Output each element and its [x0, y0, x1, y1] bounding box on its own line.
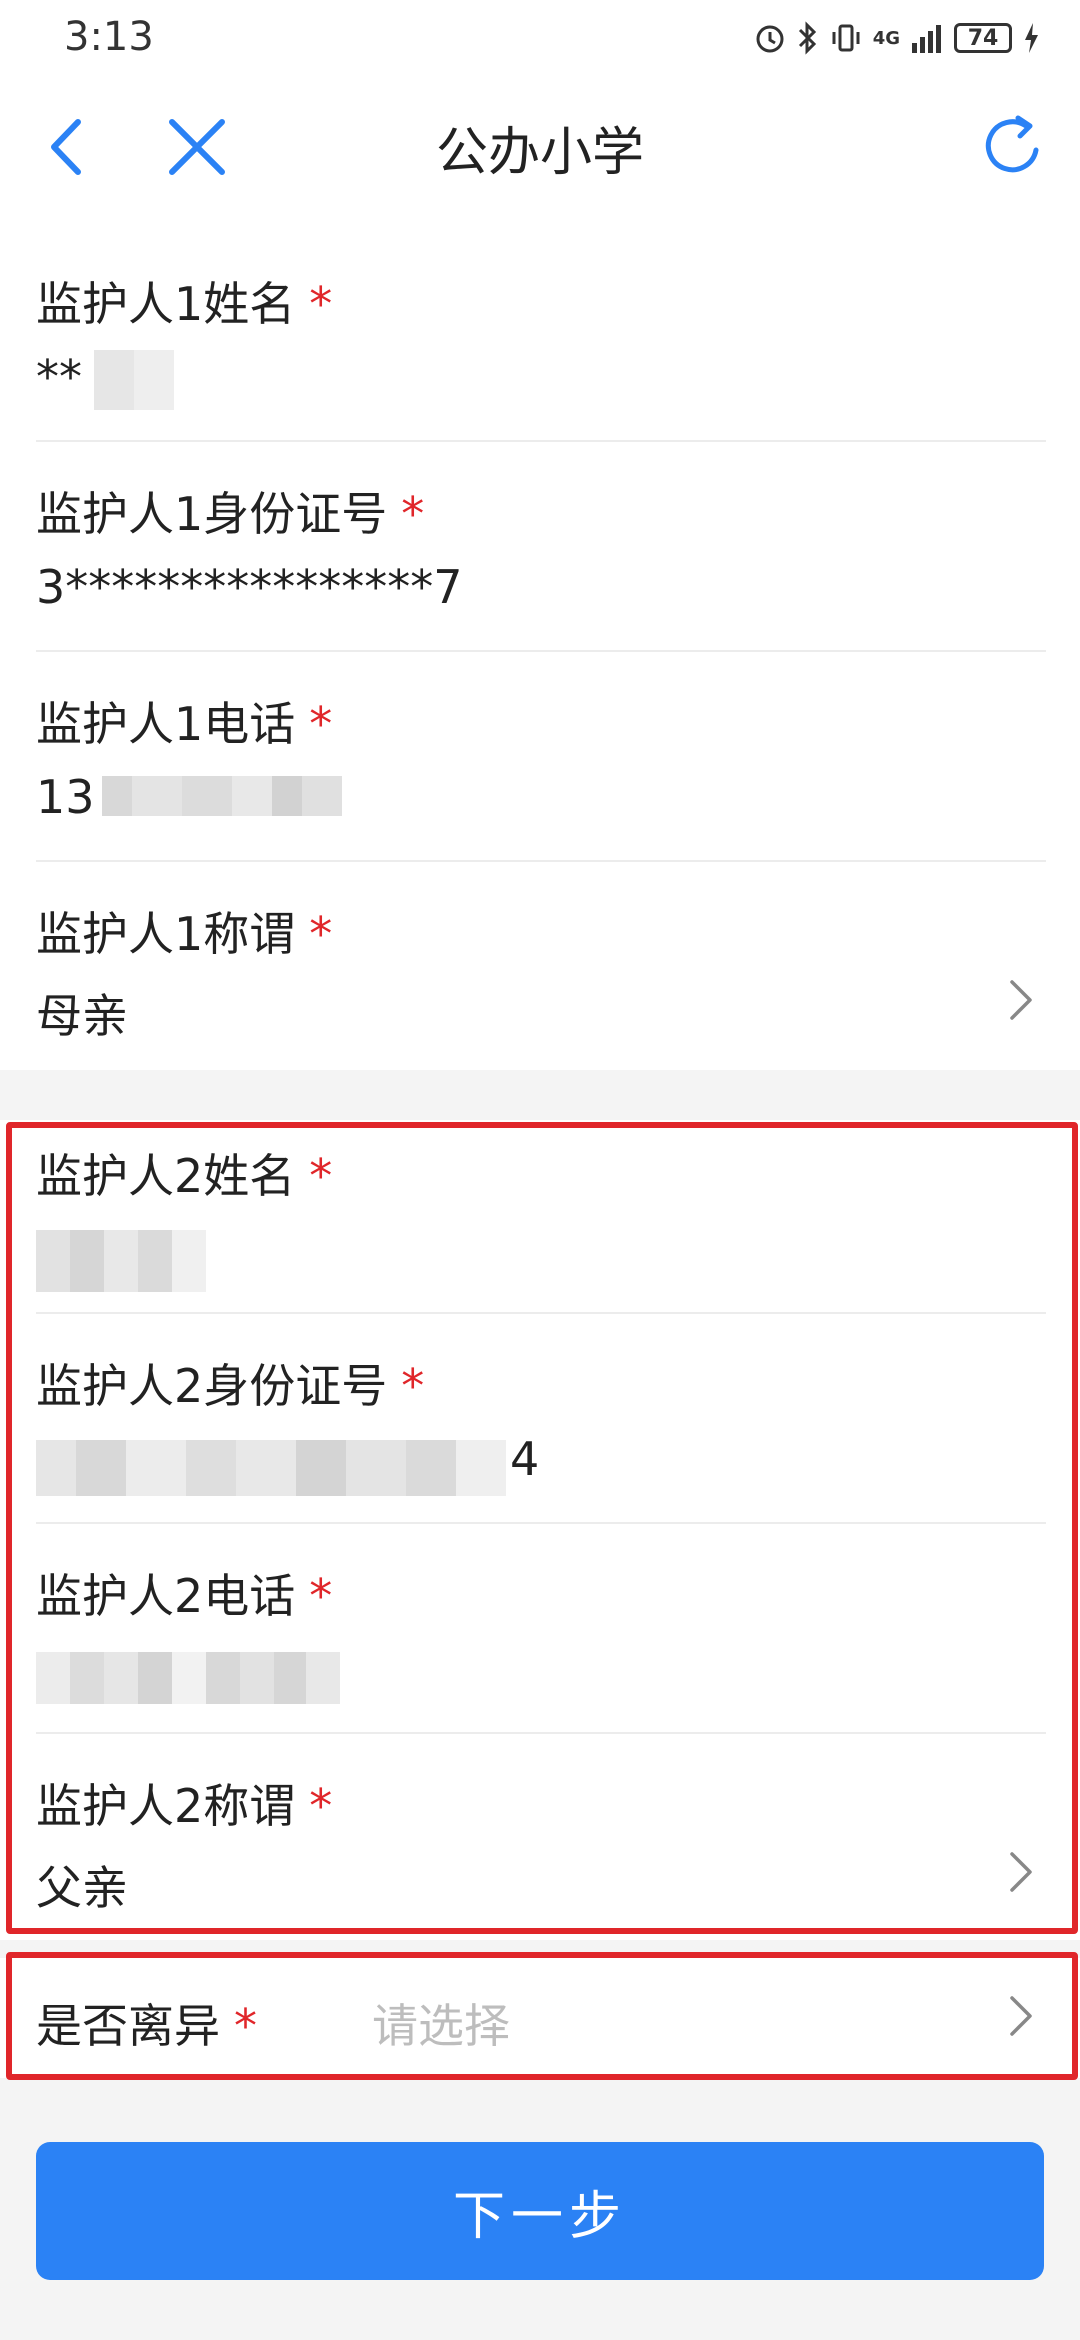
battery-icon: 74 [954, 23, 1012, 53]
status-icons: 4G 74 [753, 16, 1040, 60]
alarm-icon [756, 25, 784, 53]
blurred-text [94, 350, 174, 410]
chevron-right-icon [1010, 980, 1032, 1020]
field-label: 监护人1称谓 [36, 907, 296, 961]
guardian1-phone-value: 13 [36, 770, 95, 824]
divider [36, 440, 1046, 442]
refresh-icon[interactable] [978, 112, 1048, 182]
required-mark: * [309, 907, 333, 961]
required-mark: * [401, 487, 425, 541]
guardian1-name-value: ** [36, 350, 82, 404]
guardian1-id-field[interactable]: 监护人1身份证号 * 3****************7 [36, 478, 1046, 618]
next-step-button[interactable]: 下一步 [36, 2142, 1044, 2280]
nav-bar: 公办小学 [0, 80, 1080, 210]
required-mark: * [309, 697, 333, 751]
status-bar: 3:13 4G 74 [0, 0, 1080, 80]
status-time: 3:13 [64, 14, 154, 60]
divider [36, 650, 1046, 652]
battery-level: 74 [967, 25, 999, 51]
network-type: 4G [872, 27, 900, 49]
field-label: 监护人1电话 [36, 697, 296, 751]
page-title: 公办小学 [435, 123, 644, 183]
guardian1-phone-field[interactable]: 监护人1电话 * 13 [36, 688, 1046, 828]
guardian1-name-field[interactable]: 监护人1姓名 * ** [36, 268, 1046, 410]
divider [36, 860, 1046, 862]
guardian1-relation-field[interactable]: 监护人1称谓 * 母亲 [36, 898, 1046, 1048]
vibrate-icon [832, 24, 860, 52]
highlight-box-divorce [6, 1952, 1078, 2080]
blurred-text [102, 776, 342, 816]
highlight-box-guardian2 [6, 1122, 1078, 1934]
bluetooth-icon [798, 21, 816, 55]
charging-icon [1025, 23, 1038, 53]
field-label: 监护人1姓名 [36, 277, 296, 331]
field-label: 监护人1身份证号 [36, 487, 388, 541]
required-mark: * [309, 277, 333, 331]
guardian1-id-value: 3****************7 [36, 560, 463, 614]
guardian1-relation-value: 母亲 [36, 989, 128, 1043]
signal-icon [912, 25, 941, 53]
